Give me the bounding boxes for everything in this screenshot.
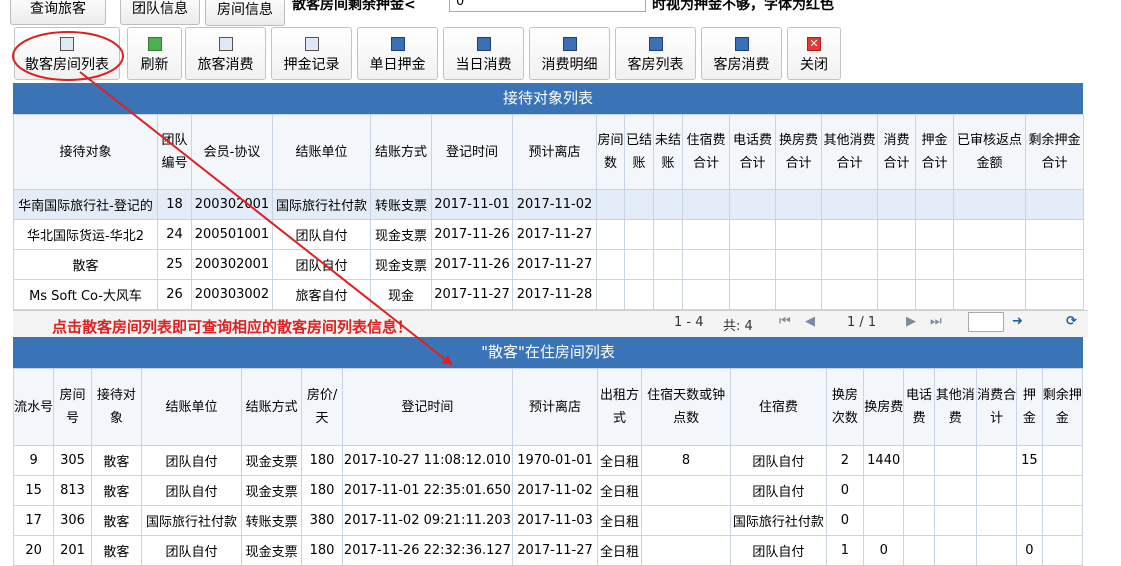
- annotation-arrow: [79, 71, 453, 366]
- annotation-circle: [12, 31, 124, 81]
- annotation-overlay: [12, 31, 453, 366]
